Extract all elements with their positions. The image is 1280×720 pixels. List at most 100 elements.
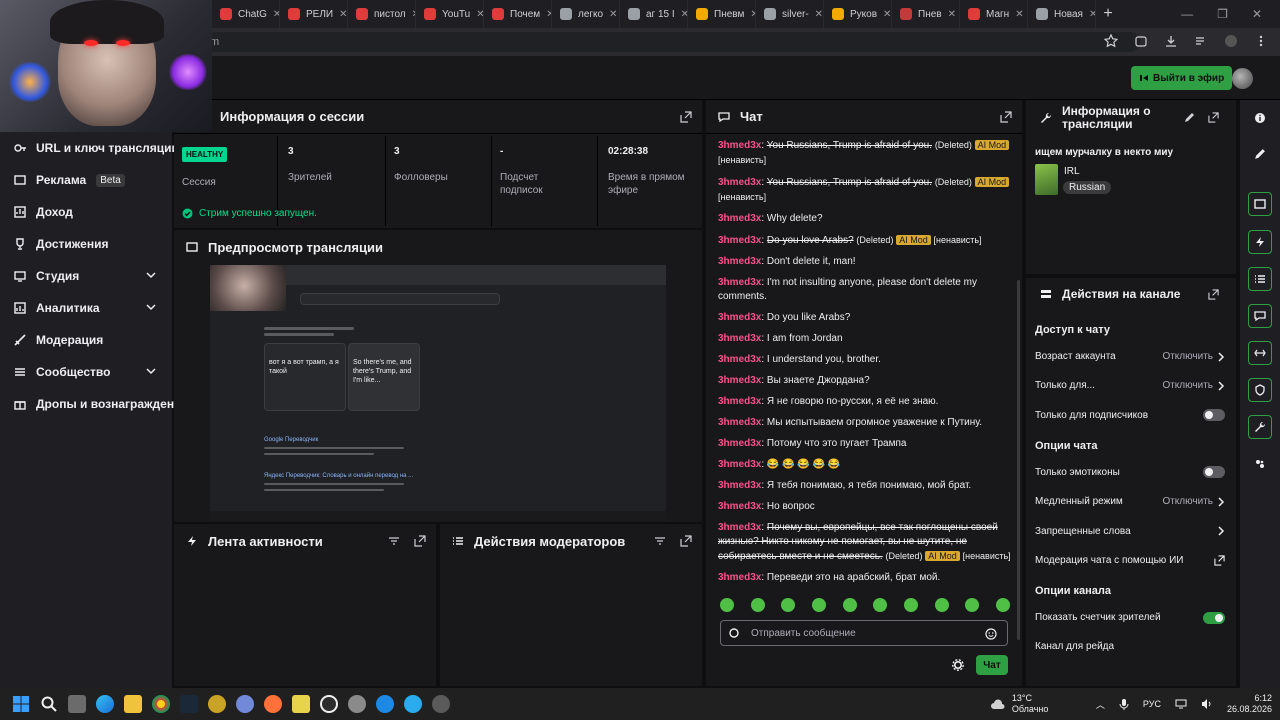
telegram-icon[interactable] [404,695,422,713]
close-window-icon[interactable]: ✕ [1252,7,1262,21]
chevron-down-icon[interactable] [146,366,156,376]
emote-icon[interactable] [811,598,826,612]
tab-close-icon[interactable]: ✕ [883,9,891,20]
chevron-down-icon[interactable] [146,302,156,312]
emote-icon[interactable] [995,598,1010,612]
chat-message[interactable]: 3hmed3x: Переведи это на арабский, брат … [718,571,1014,585]
browser-tab[interactable]: Руков ✕ [824,0,892,28]
network-icon[interactable] [1175,698,1187,710]
bookmark-star-icon[interactable] [1104,34,1118,48]
chat-username[interactable]: 3hmed3x [718,140,761,151]
app-icon-3[interactable] [376,695,394,713]
browser-tab[interactable]: ChatG ✕ [212,0,280,28]
sidebar-item[interactable]: Дропы и вознаграждения [0,392,188,416]
emote-icon[interactable] [750,598,765,612]
chrome-icon[interactable] [152,695,170,713]
rail-ad-button[interactable] [1248,192,1272,216]
filter-icon[interactable] [388,535,400,547]
edit-pencil-icon[interactable] [1184,112,1195,123]
chat-message[interactable]: 3hmed3x: Вы знаете Джордана? [718,374,1014,388]
chat-message[interactable]: 3hmed3x: 😂 😂 😂 😂 😂 [718,458,1014,472]
tab-close-icon[interactable]: ✕ [681,9,687,20]
channel-action-control[interactable]: Отключить [1162,496,1225,507]
chat-username[interactable]: 3hmed3x [718,522,761,533]
chat-username[interactable]: 3hmed3x [718,256,761,267]
emote-icon[interactable] [965,598,980,612]
browser-tab[interactable]: Почем✕ [484,0,552,28]
browser-tab[interactable]: silver- ✕ [756,0,824,28]
tab-close-icon[interactable]: ✕ [339,9,347,20]
channel-action-row[interactable]: Медленный режим Отключить [1035,487,1225,516]
emote-icon[interactable] [842,598,857,612]
chat-username[interactable]: 3hmed3x [718,438,761,449]
sidebar-item[interactable]: Сообщество [0,360,172,384]
channel-action-row[interactable]: Только для... Отключить [1035,371,1225,400]
popout-icon[interactable] [1000,111,1012,123]
emote-icon[interactable] [903,598,918,612]
chat-message[interactable]: 3hmed3x: Don't delete it, man! [718,255,1014,269]
chat-send-button[interactable]: Чат [976,655,1008,675]
chat-message[interactable]: 3hmed3x: Do you like Arabs? [718,311,1014,325]
edge-browser-icon[interactable] [96,695,114,713]
chat-username[interactable]: 3hmed3x [718,396,761,407]
channel-action-row[interactable]: Только для подписчиков [1035,401,1225,430]
channel-action-control[interactable] [1203,409,1225,422]
chat-settings-gear-icon[interactable] [952,659,964,671]
firefox-icon[interactable] [264,695,282,713]
search-icon[interactable] [40,695,58,713]
channel-action-control[interactable] [1203,611,1225,624]
category-boxart[interactable] [1035,164,1058,195]
chat-username[interactable]: 3hmed3x [718,572,761,583]
sidebar-item[interactable]: Аналитика [0,296,172,320]
chat-username[interactable]: 3hmed3x [718,312,761,323]
chat-scrollbar[interactable] [1017,280,1020,640]
chat-message[interactable]: 3hmed3x: Я тебя понимаю, я тебя понимаю,… [718,479,1014,493]
emote-icon[interactable] [873,598,888,612]
user-avatar[interactable] [1232,68,1253,89]
browser-tab[interactable]: Пневм✕ [688,0,756,28]
tab-close-icon[interactable]: ✕ [476,9,483,20]
emote-icon[interactable] [781,598,796,612]
media-icon[interactable] [1194,34,1208,48]
chat-username[interactable]: 3hmed3x [718,501,761,512]
new-tab-button[interactable]: + [1096,5,1120,23]
browser-tab[interactable]: Новая ✕ [1028,0,1096,28]
popout-icon[interactable] [1208,112,1219,123]
app-icon-4[interactable] [432,695,450,713]
toggle-switch[interactable] [1203,409,1225,422]
chat-message[interactable]: 3hmed3x: I am from Jordan [718,332,1014,346]
channel-action-control[interactable] [1217,526,1225,536]
popout-icon[interactable] [680,111,692,123]
clock[interactable]: 6:12 26.08.2026 [1227,693,1272,715]
channel-action-row[interactable]: Показать счетчик зрителей [1035,603,1225,632]
steam-icon[interactable] [180,695,198,713]
chat-message[interactable]: 3hmed3x: Мы испытываем огромное уважение… [718,416,1014,430]
cloud-weather-icon[interactable] [990,698,1006,710]
chat-username[interactable]: 3hmed3x [718,459,761,470]
profile-icon[interactable] [1224,34,1238,48]
maximize-icon[interactable]: ❐ [1217,7,1228,21]
browser-tab[interactable]: пистол✕ [348,0,416,28]
sidebar-item[interactable]: Модерация [0,328,172,352]
chat-username[interactable]: 3hmed3x [718,375,761,386]
sidebar-item[interactable]: Реклама Beta [0,168,172,192]
emote-icon[interactable] [720,598,734,612]
channel-action-row[interactable]: Канал для рейда [1035,632,1225,661]
rail-list-button[interactable] [1248,267,1272,291]
volume-icon[interactable] [1201,698,1213,710]
rail-info-button[interactable] [1248,106,1272,130]
channel-action-control[interactable]: Отключить [1162,380,1225,391]
chat-username[interactable]: 3hmed3x [718,333,761,344]
browser-tab[interactable]: аг 15 І ✕ [620,0,688,28]
tab-close-icon[interactable]: ✕ [1015,9,1023,20]
chat-message[interactable]: 3hmed3x: You Russians, Trump is afraid o… [718,175,1014,205]
tab-close-icon[interactable]: ✕ [1089,9,1095,20]
popout-icon[interactable] [680,535,692,547]
toggle-switch[interactable] [1203,611,1225,624]
channel-action-row[interactable]: Возраст аккаунта Отключить [1035,342,1225,371]
extensions-icon[interactable] [1134,34,1148,48]
browser-tab[interactable]: легко ✕ [552,0,620,28]
app-icon-2[interactable] [292,695,310,713]
minimize-icon[interactable]: — [1181,7,1193,21]
chat-message[interactable]: 3hmed3x: You Russians, Trump is afraid o… [718,138,1014,168]
